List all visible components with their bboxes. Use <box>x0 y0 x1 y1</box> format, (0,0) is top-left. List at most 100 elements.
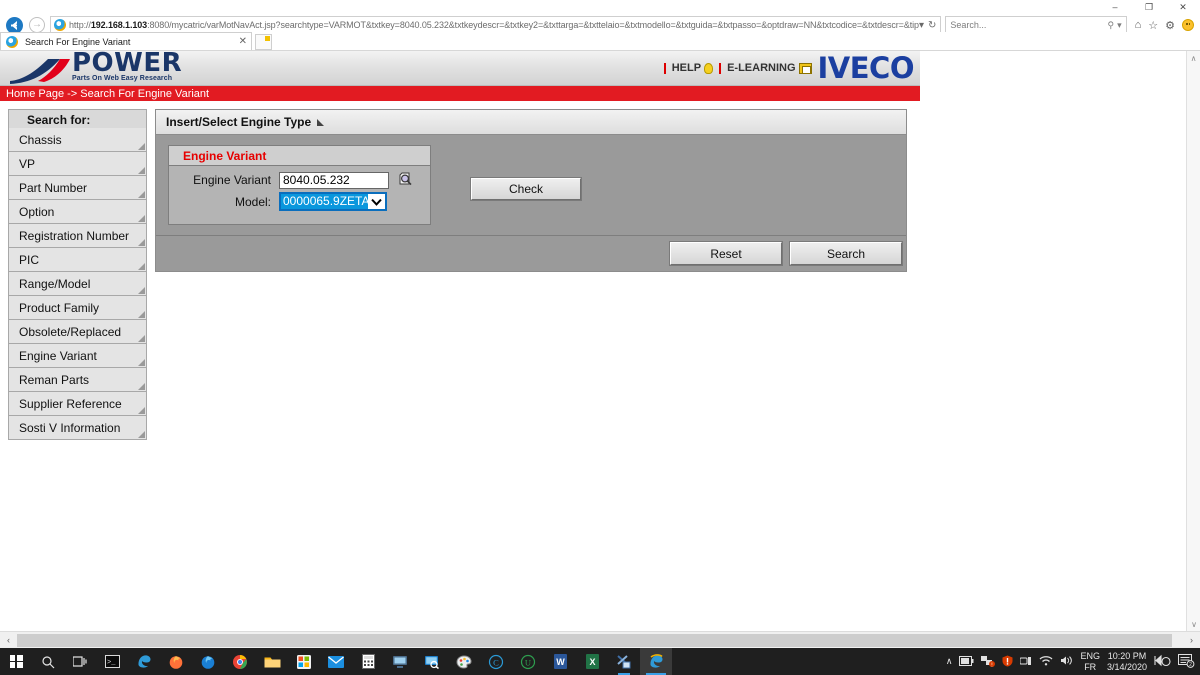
engine-variant-lookup-icon[interactable] <box>397 171 415 189</box>
taskbar-search-icon[interactable] <box>32 648 64 675</box>
sidebar-item-label: Part Number <box>19 181 87 195</box>
taskbar-internet-explorer-icon[interactable] <box>640 648 672 675</box>
scroll-left-icon[interactable]: ‹ <box>0 635 17 645</box>
sidebar-item-obsolete-replaced[interactable]: Obsolete/Replaced <box>8 320 147 344</box>
address-dropdown-icon[interactable]: ▾ <box>919 20 924 31</box>
media-controls-icon[interactable] <box>1154 654 1171 669</box>
close-button[interactable]: ✕ <box>1166 0 1200 14</box>
favorites-star-icon[interactable]: ☆ <box>1148 19 1158 32</box>
tab-search-for-engine-variant[interactable]: Search For Engine Variant ✕ <box>0 32 252 50</box>
svg-text:2: 2 <box>1189 662 1192 668</box>
taskbar-command-prompt-icon[interactable]: >_ <box>96 648 128 675</box>
vertical-scrollbar[interactable]: ∧ ∨ <box>1186 51 1200 631</box>
shield-alert-icon[interactable] <box>1002 655 1013 669</box>
taskbar-browser-blue-icon[interactable] <box>192 648 224 675</box>
sidebar-item-engine-variant[interactable]: Engine Variant <box>8 344 147 368</box>
taskbar-remote-desktop-icon[interactable] <box>384 648 416 675</box>
sidebar-item-part-number[interactable]: Part Number <box>8 176 147 200</box>
battery-icon[interactable] <box>959 656 974 668</box>
sidebar-item-sosti-v-information[interactable]: Sosti V Information <box>8 416 147 440</box>
sidebar-item-label: Obsolete/Replaced <box>19 325 121 339</box>
sidebar-item-registration-number[interactable]: Registration Number <box>8 224 147 248</box>
network-warning-icon[interactable]: ! <box>981 655 995 669</box>
maximize-button[interactable]: ❐ <box>1132 0 1166 14</box>
bluetooth-icon[interactable] <box>1020 655 1032 669</box>
taskbar-task-view-icon[interactable] <box>64 648 96 675</box>
power-wordmark: POWER <box>72 51 182 75</box>
clock-date: 3/14/2020 <box>1107 662 1147 673</box>
taskbar-u-app-icon[interactable]: U <box>512 648 544 675</box>
elearning-label: E-LEARNING <box>727 62 795 74</box>
horizontal-scrollbar-thumb[interactable] <box>17 634 1172 647</box>
taskbar-snipping-tool-icon[interactable] <box>608 648 640 675</box>
page-body: Search for: Chassis VP Part Number Optio… <box>0 101 920 440</box>
model-selected-value: 0000065.9ZETA <box>281 194 368 209</box>
sidebar-item-vp[interactable]: VP <box>8 152 147 176</box>
gear-icon[interactable]: ⚙ <box>1165 19 1175 32</box>
new-tab-button[interactable] <box>255 34 272 50</box>
windows-logo-icon <box>10 655 23 668</box>
taskbar-file-explorer-icon[interactable] <box>256 648 288 675</box>
breadcrumb-text[interactable]: Home Page -> Search For Engine Variant <box>6 88 209 100</box>
tray-expand-chevron-icon[interactable]: ∧ <box>946 656 953 667</box>
taskbar-microsoft-store-icon[interactable] <box>288 648 320 675</box>
lightbulb-icon <box>704 63 713 74</box>
search-button[interactable]: Search <box>790 242 902 265</box>
search-submit-icon[interactable]: ⚲ <box>1107 20 1114 31</box>
language-top: ENG <box>1080 651 1100 662</box>
sidebar-header: Search for: <box>8 109 147 128</box>
chevron-down-icon[interactable] <box>368 194 385 209</box>
volume-icon[interactable] <box>1060 655 1073 668</box>
elearning-link[interactable]: E-LEARNING <box>719 62 811 74</box>
home-icon[interactable]: ⌂ <box>1135 19 1142 31</box>
taskbar-calculator-icon[interactable] <box>352 648 384 675</box>
sidebar-item-supplier-reference[interactable]: Supplier Reference <box>8 392 147 416</box>
search-provider-dropdown-icon[interactable]: ▾ <box>1114 20 1122 31</box>
back-arrow-icon <box>6 17 23 34</box>
scroll-down-icon[interactable]: ∨ <box>1187 617 1200 631</box>
collapse-triangle-icon[interactable] <box>317 119 324 126</box>
svg-text:!: ! <box>992 662 993 667</box>
taskbar-copilot-icon[interactable]: C <box>480 648 512 675</box>
taskbar-edge-icon[interactable] <box>128 648 160 675</box>
engine-variant-input[interactable] <box>279 172 389 189</box>
feedback-smiley-icon[interactable] <box>1182 19 1194 31</box>
reset-button[interactable]: Reset <box>670 242 782 265</box>
power-tagline: Parts On Web Easy Research <box>72 75 172 83</box>
taskbar-chrome-icon[interactable] <box>224 648 256 675</box>
sidebar-item-reman-parts[interactable]: Reman Parts <box>8 368 147 392</box>
title-bar: – ❐ ✕ <box>0 0 1200 14</box>
sidebar-item-option[interactable]: Option <box>8 200 147 224</box>
panel-header: Insert/Select Engine Type <box>156 110 906 135</box>
minimize-button[interactable]: – <box>1098 0 1132 14</box>
sidebar-item-product-family[interactable]: Product Family <box>8 296 147 320</box>
notifications-icon[interactable]: 2 <box>1178 654 1195 670</box>
taskbar-mail-icon[interactable] <box>320 648 352 675</box>
sidebar-item-chassis[interactable]: Chassis <box>8 128 147 152</box>
taskbar-word-icon[interactable]: W <box>544 648 576 675</box>
system-tray: ∧ ! ENG FR 10:20 PM 3/14/2020 2 <box>946 651 1200 673</box>
refresh-icon[interactable]: ↻ <box>928 20 936 31</box>
language-indicator[interactable]: ENG FR <box>1080 651 1100 673</box>
start-button[interactable] <box>0 648 32 675</box>
taskbar-firefox-icon[interactable] <box>160 648 192 675</box>
scroll-right-icon[interactable]: › <box>1183 635 1200 645</box>
clock[interactable]: 10:20 PM 3/14/2020 <box>1107 651 1147 673</box>
close-icon[interactable]: ✕ <box>239 36 247 47</box>
taskbar-excel-icon[interactable]: X <box>576 648 608 675</box>
sidebar-item-pic[interactable]: PIC <box>8 248 147 272</box>
taskbar-screen-search-icon[interactable] <box>416 648 448 675</box>
sidebar-item-range-model[interactable]: Range/Model <box>8 272 147 296</box>
power-swoosh-icon <box>8 55 70 85</box>
sidebar-item-label: Product Family <box>19 301 99 315</box>
model-select[interactable]: 0000065.9ZETA <box>279 192 387 211</box>
sidebar-item-label: Reman Parts <box>19 373 89 387</box>
wifi-icon[interactable] <box>1039 655 1053 668</box>
svg-text:W: W <box>556 657 565 667</box>
check-button[interactable]: Check <box>471 178 581 200</box>
scroll-up-icon[interactable]: ∧ <box>1187 51 1200 65</box>
taskbar-paint-icon[interactable] <box>448 648 480 675</box>
header-links: HELP E-LEARNING IVECO <box>664 54 920 83</box>
help-link[interactable]: HELP <box>664 62 713 74</box>
horizontal-scrollbar[interactable]: ‹ › <box>0 631 1200 648</box>
